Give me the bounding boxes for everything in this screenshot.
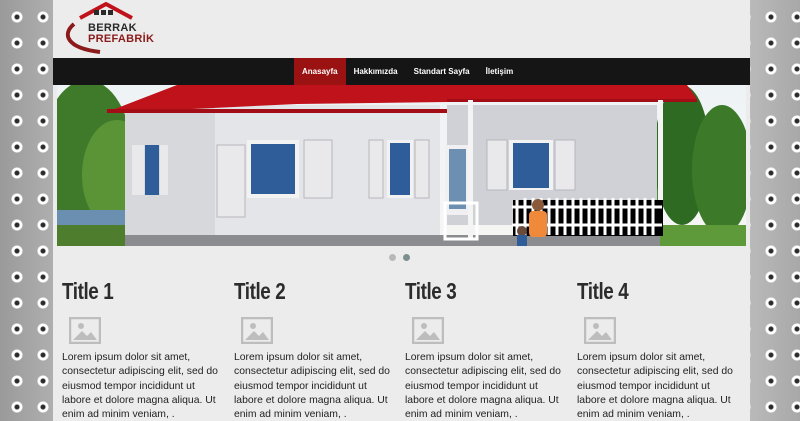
column-title: Title 4 (577, 278, 629, 304)
site-logo[interactable]: BERRAK PREFABRİK (60, 2, 160, 56)
column-text: Lorem ipsum dolor sit amet, consectetur … (234, 352, 390, 421)
page-container: BERRAK PREFABRİK Anasayfa Hakkımızda Sta… (53, 0, 750, 421)
slider-dot-2[interactable] (403, 254, 410, 261)
slider-dot-1[interactable] (389, 254, 396, 261)
feature-column-4: Title 4 Lorem ipsum dolor sit amet, cons… (577, 276, 737, 420)
image-placeholder-icon (412, 317, 444, 344)
hero-slider-image[interactable] (57, 85, 746, 246)
column-text: Lorem ipsum dolor sit amet, consectetur … (577, 352, 733, 421)
column-text: Lorem ipsum dolor sit amet, consectetur … (405, 352, 561, 421)
column-text: Lorem ipsum dolor sit amet, consectetur … (62, 352, 218, 421)
image-placeholder-icon (241, 317, 273, 344)
nav-item-iletisim[interactable]: İletişim (478, 58, 522, 85)
logo-text-bottom: PREFABRİK (88, 33, 155, 45)
slider-pagination (389, 254, 410, 261)
feature-column-1: Title 1 Lorem ipsum dolor sit amet, cons… (62, 276, 222, 420)
site-header: BERRAK PREFABRİK (53, 0, 750, 58)
prefab-house-photo (57, 85, 746, 246)
feature-column-2: Title 2 Lorem ipsum dolor sit amet, cons… (234, 276, 394, 420)
nav-item-hakkimizda[interactable]: Hakkımızda (346, 58, 406, 85)
nav-item-standart-sayfa[interactable]: Standart Sayfa (406, 58, 478, 85)
feature-column-3: Title 3 Lorem ipsum dolor sit amet, cons… (405, 276, 565, 420)
column-title: Title 1 (62, 278, 114, 304)
image-placeholder-icon (584, 317, 616, 344)
column-title: Title 3 (405, 278, 457, 304)
image-placeholder-icon (69, 317, 101, 344)
main-navigation: Anasayfa Hakkımızda Standart Sayfa İleti… (53, 58, 750, 85)
column-title: Title 2 (234, 278, 286, 304)
nav-item-anasayfa[interactable]: Anasayfa (294, 58, 346, 85)
